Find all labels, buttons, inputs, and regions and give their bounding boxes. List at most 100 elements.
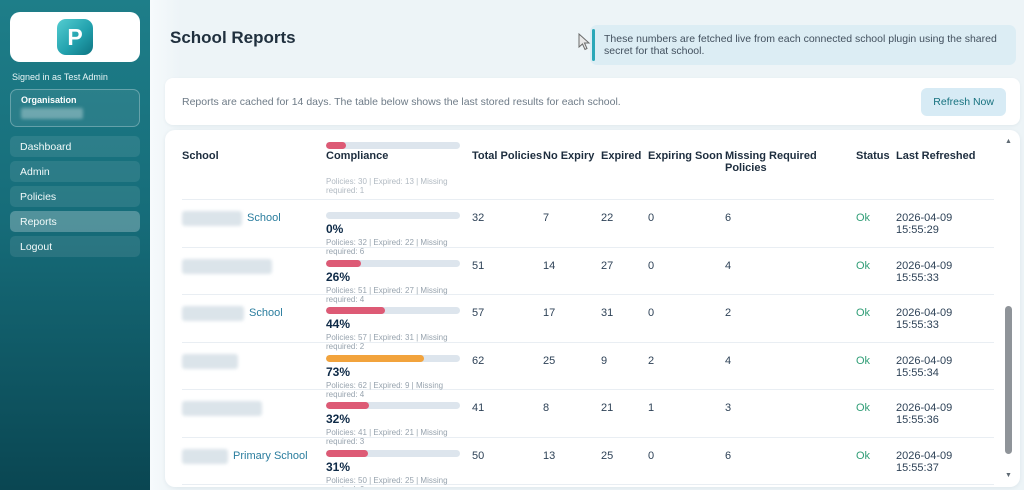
compliance-cell: 0% Policies: 32 | Expired: 22 | Missing … xyxy=(326,212,472,256)
table-row[interactable]: School 0% Policies: 32 | Expired: 22 | M… xyxy=(182,200,994,256)
table-header: School Compliance Total Policies No Expi… xyxy=(182,148,994,177)
compliance-percent: 31% xyxy=(326,459,351,474)
missing-required-value: 2 xyxy=(725,307,732,319)
school-name-redacted xyxy=(182,258,272,274)
expiring-soon-value: 0 xyxy=(648,212,655,224)
compliance-cell: 73% Policies: 62 | Expired: 9 | Missing … xyxy=(326,354,472,399)
col-missing-required: Missing Required Policies xyxy=(725,150,817,174)
expiring-soon-value: 0 xyxy=(648,259,655,272)
col-status: Status xyxy=(856,150,890,162)
school-name-redacted xyxy=(182,306,244,321)
compliance-bar xyxy=(326,212,460,219)
expiring-soon-value: 2 xyxy=(648,354,655,367)
status-badge: Ok xyxy=(856,354,871,367)
missing-required-value: 4 xyxy=(725,354,732,367)
organisation-name-redacted xyxy=(21,108,83,119)
school-cell: School xyxy=(182,211,326,256)
expiring-soon-value: 0 xyxy=(648,307,655,319)
expired-value: 21 xyxy=(601,402,614,414)
status-badge: Ok xyxy=(856,449,871,462)
compliance-details: Policies: 41 | Expired: 21 | Missing req… xyxy=(326,428,448,446)
status-badge: Ok xyxy=(856,402,871,414)
missing-required-value: 6 xyxy=(725,449,732,462)
compliance-cell: 44% Policies: 57 | Expired: 31 | Missing… xyxy=(326,307,472,351)
sidebar-item-dashboard[interactable]: Dashboard xyxy=(10,136,140,157)
school-cell xyxy=(182,258,326,304)
col-expired: Expired xyxy=(601,150,642,162)
no-expiry-value: 25 xyxy=(543,354,556,367)
status-badge: Ok xyxy=(856,307,871,319)
table-scrollbar[interactable]: ▲ ▼ xyxy=(1004,136,1013,481)
app-logo: P xyxy=(10,12,140,62)
last-refreshed-value: 2026-04-09 15:55:33 xyxy=(896,259,953,284)
compliance-bar-fill xyxy=(326,307,385,314)
compliance-bar xyxy=(326,449,460,457)
compliance-percent: 32% xyxy=(326,412,351,426)
total-policies-value: 57 xyxy=(472,307,485,319)
reports-table-card: School Compliance Total Policies No Expi… xyxy=(165,130,1020,487)
school-link[interactable]: School xyxy=(249,307,283,319)
school-cell: School xyxy=(182,306,326,351)
compliance-details: Policies: 62 | Expired: 9 | Missing requ… xyxy=(326,380,444,399)
sidebar-item-policies[interactable]: Policies xyxy=(10,186,140,207)
no-expiry-value: 17 xyxy=(543,307,556,319)
col-compliance: Compliance xyxy=(326,150,389,162)
cache-info-card: Reports are cached for 14 days. The tabl… xyxy=(165,78,1020,125)
missing-required-value: 6 xyxy=(725,212,732,224)
compliance-bar xyxy=(326,259,460,267)
school-name-redacted xyxy=(182,211,242,226)
partial-compliance-bar xyxy=(326,142,460,149)
scroll-up-icon[interactable]: ▲ xyxy=(1004,138,1013,145)
school-name-redacted xyxy=(182,401,262,416)
missing-required-value: 4 xyxy=(725,259,732,272)
compliance-details: Policies: 50 | Expired: 25 | Missing req… xyxy=(326,475,448,488)
compliance-bar xyxy=(326,354,460,362)
compliance-percent: 73% xyxy=(326,364,351,379)
compliance-details: Policies: 57 | Expired: 31 | Missing req… xyxy=(326,333,448,351)
school-cell: Primary School xyxy=(182,448,326,488)
compliance-percent: 0% xyxy=(326,222,344,236)
scroll-down-icon[interactable]: ▼ xyxy=(1004,472,1013,479)
compliance-bar-fill xyxy=(326,259,361,267)
expired-value: 25 xyxy=(601,449,614,462)
total-policies-value: 51 xyxy=(472,259,485,272)
compliance-bar-fill xyxy=(326,354,424,362)
school-name-redacted xyxy=(182,353,238,369)
expiring-soon-value: 1 xyxy=(648,402,655,414)
no-expiry-value: 13 xyxy=(543,449,556,462)
sidebar-item-admin[interactable]: Admin xyxy=(10,161,140,182)
compliance-cell: 26% Policies: 51 | Expired: 27 | Missing… xyxy=(326,259,472,304)
last-refreshed-value: 2026-04-09 15:55:33 xyxy=(896,307,953,331)
compliance-percent: 44% xyxy=(326,317,351,331)
partial-row-bottom: Policies: 30 | Expired: 13 | Missing req… xyxy=(182,177,994,200)
reports-table-body: School 0% Policies: 32 | Expired: 22 | M… xyxy=(182,200,994,488)
compliance-details: Policies: 51 | Expired: 27 | Missing req… xyxy=(326,285,448,304)
col-total-policies: Total Policies xyxy=(472,150,543,162)
compliance-bar-fill xyxy=(326,449,368,457)
scrollbar-thumb[interactable] xyxy=(1005,306,1012,454)
total-policies-value: 50 xyxy=(472,449,485,462)
expired-value: 31 xyxy=(601,307,614,319)
total-policies-value: 62 xyxy=(472,354,485,367)
missing-required-value: 3 xyxy=(725,402,732,414)
banner-accent xyxy=(592,29,595,61)
compliance-details: Policies: 32 | Expired: 22 | Missing req… xyxy=(326,238,448,256)
school-link[interactable]: School xyxy=(247,212,281,224)
col-no-expiry: No Expiry xyxy=(543,150,595,162)
mouse-cursor-icon xyxy=(578,33,591,51)
school-cell xyxy=(182,401,326,446)
expiring-soon-value: 0 xyxy=(648,449,655,462)
total-policies-value: 41 xyxy=(472,402,485,414)
school-link[interactable]: Primary School xyxy=(233,450,308,462)
total-policies-value: 32 xyxy=(472,212,485,224)
sidebar-item-reports[interactable]: Reports xyxy=(10,211,140,232)
expired-value: 22 xyxy=(601,212,614,224)
refresh-now-button[interactable]: Refresh Now xyxy=(921,87,1006,116)
expired-value: 9 xyxy=(601,354,608,367)
status-badge: Ok xyxy=(856,212,871,224)
compliance-bar-fill xyxy=(326,402,369,409)
school-cell xyxy=(182,353,326,399)
col-expiring-soon: Expiring Soon xyxy=(648,150,723,162)
no-expiry-value: 8 xyxy=(543,402,550,414)
sidebar-item-logout[interactable]: Logout xyxy=(10,236,140,257)
